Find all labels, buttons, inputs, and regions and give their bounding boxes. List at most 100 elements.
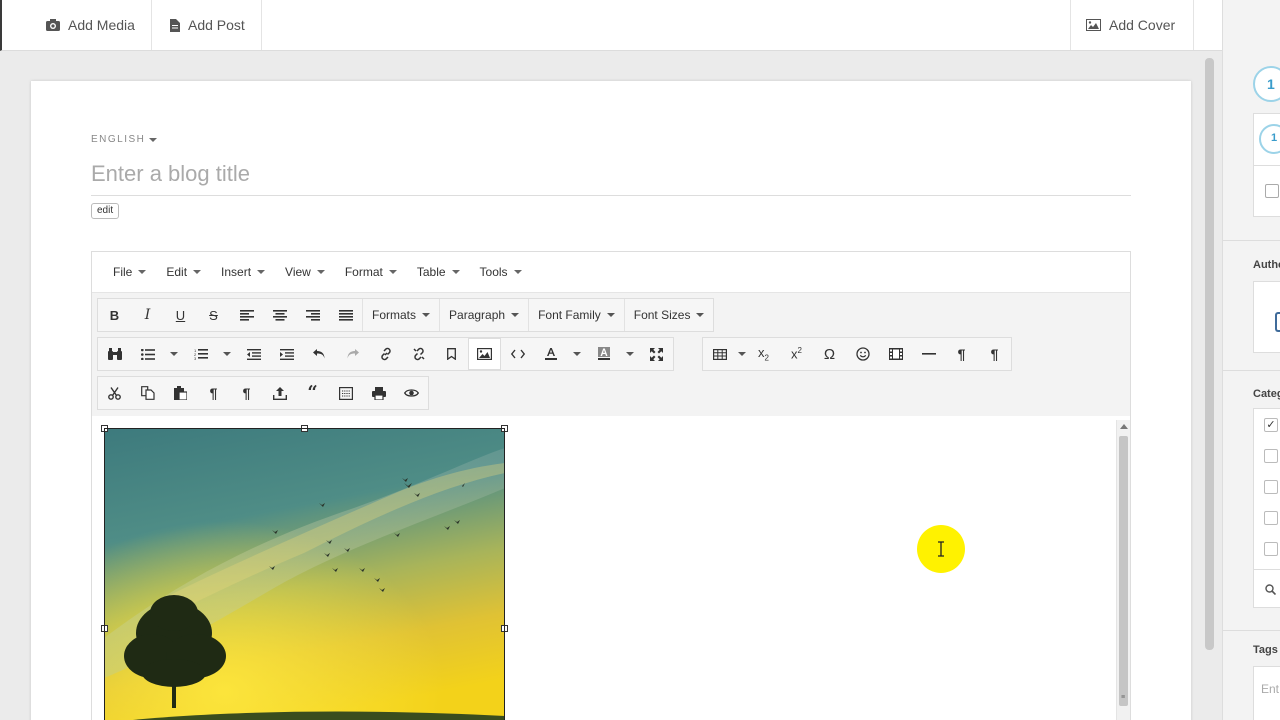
edit-button[interactable]: edit <box>91 203 120 219</box>
category-checkbox-checked[interactable]: ✓ <box>1264 418 1278 432</box>
add-post-button[interactable]: Add Post <box>154 0 262 50</box>
blockquote-button[interactable]: “ <box>296 377 329 409</box>
language-selector[interactable]: ENGLISH <box>91 134 158 145</box>
align-left-icon <box>239 309 254 321</box>
category-checkbox[interactable] <box>1264 480 1278 494</box>
align-left-button[interactable] <box>230 299 263 331</box>
print-button[interactable] <box>362 377 395 409</box>
selected-image[interactable] <box>101 425 508 720</box>
menu-view[interactable]: View <box>275 257 335 287</box>
subscript-button[interactable]: x2 <box>747 338 780 370</box>
category-checkbox[interactable] <box>1264 511 1278 525</box>
underline-button[interactable]: U <box>164 299 197 331</box>
editor-scrollbar[interactable]: ≡ <box>1116 420 1130 720</box>
category-checkbox[interactable] <box>1264 542 1278 556</box>
smiley-icon <box>855 347 870 361</box>
editor-content-area[interactable]: ≡ <box>92 416 1130 720</box>
top-bar: Add Media Add Post Add Cover <box>0 0 1222 51</box>
menu-edit[interactable]: Edit <box>156 257 211 287</box>
align-right-button[interactable] <box>296 299 329 331</box>
text-color-button[interactable] <box>534 338 567 370</box>
align-center-button[interactable] <box>263 299 296 331</box>
categories-label: Categ <box>1253 388 1280 400</box>
remove-link-button[interactable] <box>402 338 435 370</box>
menu-view-label: View <box>285 265 311 279</box>
add-media-button[interactable]: Add Media <box>30 0 152 50</box>
menu-file[interactable]: File <box>103 257 156 287</box>
blog-title-input[interactable] <box>91 152 1131 196</box>
table-button[interactable] <box>703 338 737 370</box>
visual-chars-button[interactable]: ¶ <box>230 377 263 409</box>
undo-icon <box>313 348 326 360</box>
anchor-button[interactable] <box>435 338 468 370</box>
chevron-down-icon <box>738 352 746 356</box>
font-family-dropdown[interactable]: Font Family <box>528 299 624 331</box>
formats-dropdown[interactable]: Formats <box>362 299 439 331</box>
show-blocks-button[interactable]: ¶ <box>197 377 230 409</box>
resize-grip-icon[interactable]: ≡ <box>1121 694 1125 701</box>
special-character-button[interactable]: Ω <box>813 338 846 370</box>
insert-media-button[interactable] <box>879 338 912 370</box>
cursor-highlight <box>917 525 965 573</box>
menu-tools[interactable]: Tools <box>470 257 532 287</box>
category-checkbox[interactable] <box>1264 449 1278 463</box>
camera-icon <box>46 19 60 31</box>
source-code-button[interactable] <box>501 338 534 370</box>
search-icon[interactable] <box>1265 582 1277 600</box>
numbered-list-dropdown[interactable] <box>217 338 237 370</box>
emoticons-button[interactable] <box>846 338 879 370</box>
cut-button[interactable] <box>98 377 131 409</box>
justify-button[interactable] <box>329 299 362 331</box>
strikethrough-button[interactable]: S <box>197 299 230 331</box>
bullet-list-dropdown[interactable] <box>164 338 184 370</box>
superscript-button[interactable]: x2 <box>780 338 813 370</box>
bold-button[interactable]: B <box>98 299 131 331</box>
font-sizes-dropdown[interactable]: Font Sizes <box>623 299 714 331</box>
text-color-dropdown[interactable] <box>567 338 587 370</box>
divider <box>1223 370 1280 371</box>
scroll-up-arrow-icon[interactable] <box>1120 424 1128 429</box>
preview-button[interactable] <box>395 377 428 409</box>
italic-button[interactable]: I <box>131 299 164 331</box>
menu-insert[interactable]: Insert <box>211 257 275 287</box>
menu-format-label: Format <box>344 265 383 279</box>
horizontal-rule-button[interactable] <box>912 338 945 370</box>
outdent-button[interactable] <box>237 338 270 370</box>
menu-insert-label: Insert <box>221 265 252 279</box>
bullet-list-button[interactable] <box>131 338 164 370</box>
numbered-list-button[interactable]: 123 <box>184 338 217 370</box>
rtl-button[interactable]: ¶ <box>978 338 1011 370</box>
redo-button[interactable] <box>336 338 369 370</box>
image-selection-border <box>104 428 505 720</box>
insert-image-button[interactable] <box>468 338 501 370</box>
indent-button[interactable] <box>270 338 303 370</box>
upload-button[interactable] <box>263 377 296 409</box>
fullscreen-button[interactable] <box>640 338 673 370</box>
chevron-down-icon <box>257 270 266 274</box>
add-cover-button[interactable]: Add Cover <box>1070 0 1195 50</box>
calendar-icon[interactable] <box>1265 184 1279 198</box>
menu-format[interactable]: Format <box>335 257 407 287</box>
page-scrollbar[interactable] <box>1205 58 1214 650</box>
find-replace-button[interactable] <box>98 338 131 370</box>
printer-icon <box>371 386 386 400</box>
superscript-icon: x2 <box>791 346 802 362</box>
italic-icon: I <box>144 307 151 323</box>
insert-link-button[interactable] <box>369 338 402 370</box>
menu-table[interactable]: Table <box>407 257 470 287</box>
template-icon <box>338 386 353 400</box>
template-button[interactable] <box>329 377 362 409</box>
menu-tools-label: Tools <box>479 265 508 279</box>
background-color-button[interactable] <box>587 338 620 370</box>
table-dropdown[interactable] <box>737 338 747 370</box>
undo-button[interactable] <box>303 338 336 370</box>
copy-button[interactable] <box>131 377 164 409</box>
chevron-down-icon <box>606 313 615 317</box>
binoculars-icon <box>107 348 122 360</box>
unlink-icon <box>412 347 426 361</box>
scroll-thumb[interactable] <box>1119 436 1128 706</box>
paragraph-dropdown[interactable]: Paragraph <box>439 299 528 331</box>
ltr-button[interactable]: ¶ <box>945 338 978 370</box>
paste-button[interactable] <box>164 377 197 409</box>
background-color-dropdown[interactable] <box>620 338 640 370</box>
